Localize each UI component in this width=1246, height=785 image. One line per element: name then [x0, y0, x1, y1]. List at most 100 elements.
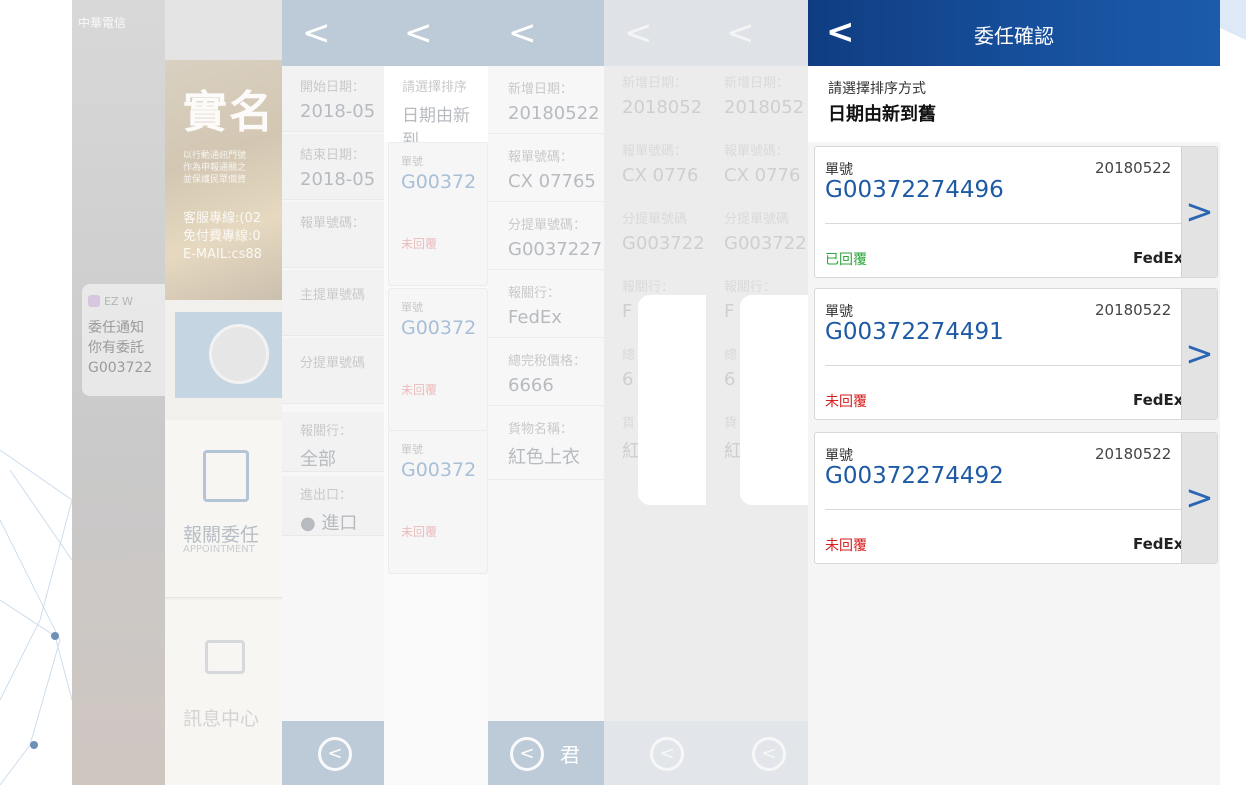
- divider: [825, 223, 1183, 224]
- avatar: [209, 324, 269, 384]
- detail-row: 報關行： FedEx: [488, 274, 606, 338]
- appointment-card[interactable]: 單號 20180522 G00372274492 未回覆 FedEx >: [814, 432, 1218, 564]
- sort-selector[interactable]: 請選擇排序方式 日期由新到舊: [808, 66, 1220, 142]
- status-badge: 未回覆: [825, 394, 867, 410]
- home-banner: 實名 以行動通訊門號 作為申報通關之 並保護民眾個資 客服專線:(02 免付費專…: [165, 60, 283, 300]
- status-badge: 未回覆: [825, 538, 867, 554]
- status-badge: 已回覆: [825, 252, 867, 268]
- notification-line: 委任通知: [88, 320, 144, 336]
- card-number: G00372274491: [825, 319, 1004, 345]
- footer-bar: <: [282, 721, 386, 785]
- detail-row: 新增日期： 2018052: [724, 76, 805, 118]
- form-row-broker[interactable]: 報關行： 全部: [282, 412, 386, 472]
- header-bar: <: [604, 0, 708, 66]
- list-card[interactable]: 單號 G00372 未回覆: [388, 430, 488, 574]
- lock-screen-panel: 中華電信 EZ W 委任通知 你有委託 G003722: [72, 0, 167, 785]
- chevron-right-icon[interactable]: >: [1181, 289, 1217, 419]
- profile-box[interactable]: [175, 312, 283, 398]
- back-chevron-icon[interactable]: <: [404, 16, 433, 50]
- detail-row: 分提單號碼： G0037227: [488, 206, 606, 270]
- divider: [825, 509, 1183, 510]
- notification-app-name: EZ W: [88, 292, 166, 312]
- card-label: 單號: [825, 162, 853, 178]
- footer-bar: < 君: [488, 721, 606, 785]
- sort-value: 日期由新到舊: [828, 104, 936, 125]
- circle-back-icon[interactable]: <: [318, 737, 352, 771]
- menu-message-label: 訊息中心: [183, 708, 260, 730]
- banner-title: 實名: [183, 87, 275, 138]
- carrier-name: FedEx: [1133, 391, 1184, 409]
- sort-selector[interactable]: 請選擇排序 日期由新到: [384, 66, 489, 151]
- detail-row: 報單號碼： CX 07765: [488, 138, 606, 202]
- chevron-right-icon[interactable]: >: [1181, 147, 1217, 277]
- detail-panel: < 新增日期： 20180522 報單號碼： CX 07765 分提單號碼： G003…: [488, 0, 606, 785]
- header-bar: <: [282, 0, 386, 66]
- card-label: 單號: [825, 304, 853, 320]
- detail-row: 新增日期： 20180522: [488, 70, 606, 134]
- banner-description: 以行動通訊門號 作為申報通關之 並保護民眾個資: [183, 151, 247, 185]
- clipboard-icon: [203, 450, 249, 502]
- back-chevron-icon: <: [726, 13, 755, 53]
- chat-icon: [205, 640, 245, 674]
- menu-appointment[interactable]: 報關委任 APPOINTMENT: [165, 420, 283, 598]
- back-chevron-icon[interactable]: <: [508, 16, 537, 50]
- carrier-status: 中華電信: [78, 16, 127, 30]
- carrier-name: FedEx: [1133, 535, 1184, 553]
- appointment-card[interactable]: 單號 20180522 G00372274496 已回覆 FedEx >: [814, 146, 1218, 278]
- notification-line: G003722: [88, 360, 153, 376]
- circle-back-icon: <: [752, 737, 786, 771]
- detail-row: 新增日期： 2018052: [622, 76, 703, 118]
- page-title: 委任確認: [974, 24, 1054, 48]
- modal-dialog[interactable]: [740, 295, 810, 505]
- push-notification[interactable]: EZ W 委任通知 你有委託 G003722: [82, 284, 167, 396]
- detail-row: 貨物名稱： 紅色上衣: [488, 410, 606, 480]
- circle-back-icon: <: [650, 737, 684, 771]
- overlay-panel: < 新增日期： 2018052 報單號碼： CX 0776 分提單號碼 G003722…: [604, 0, 708, 785]
- form-row-import-export[interactable]: 進出口： ● 進口: [282, 476, 386, 536]
- card-label: 單號: [825, 448, 853, 464]
- header-bar: <: [384, 0, 489, 66]
- detail-row: 總完稅價格： 6666: [488, 342, 606, 406]
- circle-back-icon[interactable]: <: [510, 737, 544, 771]
- overlay-panel: < 新增日期： 2018052 報單號碼： CX 0776 分提單號碼 G003722…: [706, 0, 810, 785]
- form-row-declaration-no[interactable]: 報單號碼：: [282, 202, 386, 268]
- form-row-end-date[interactable]: 結束日期： 2018-05: [282, 134, 386, 200]
- chevron-right-icon[interactable]: >: [1181, 433, 1217, 563]
- menu-appointment-label: 報關委任: [183, 524, 260, 546]
- divider: [825, 365, 1183, 366]
- card-date: 20180522: [1095, 159, 1172, 177]
- appointment-confirm-screen: 委任確認 < 請選擇排序方式 日期由新到舊 單號 20180522 G00372…: [808, 0, 1220, 785]
- detail-row: 報單號碼： CX 0776: [724, 144, 801, 186]
- detail-row: 分提單號碼 G003722: [724, 212, 807, 254]
- back-chevron-icon[interactable]: <: [302, 16, 331, 50]
- list-card[interactable]: 單號 G00372 未回覆: [388, 288, 488, 432]
- service-contact: 客服專線:(02 免付費專線:0 E-MAIL:cs88: [183, 211, 262, 262]
- appointment-card[interactable]: 單號 20180522 G00372274491 未回覆 FedEx >: [814, 288, 1218, 420]
- footer-bar: <: [706, 721, 810, 785]
- detail-row: 分提單號碼 G003722: [622, 212, 705, 254]
- menu-appointment-sub: APPOINTMENT: [183, 544, 255, 555]
- app-icon: [88, 295, 100, 307]
- card-date: 20180522: [1095, 301, 1172, 319]
- card-date: 20180522: [1095, 445, 1172, 463]
- notification-line: 你有委託: [88, 340, 144, 356]
- form-row-house-bl[interactable]: 分提單號碼: [282, 338, 386, 404]
- footer-label: 君: [560, 743, 580, 767]
- back-chevron-icon: <: [624, 13, 653, 53]
- home-top-bar: [165, 0, 283, 60]
- sort-label: 請選擇排序方式: [828, 81, 926, 97]
- home-screen-panel: 實名 以行動通訊門號 作為申報通關之 並保護民眾個資 客服專線:(02 免付費專…: [165, 0, 283, 785]
- menu-message-center[interactable]: 訊息中心: [165, 600, 283, 785]
- carrier-name: FedEx: [1133, 249, 1184, 267]
- nav-header: 委任確認 <: [808, 0, 1220, 66]
- header-bar: <: [488, 0, 606, 66]
- form-row-start-date[interactable]: 開始日期： 2018-05: [282, 66, 386, 132]
- search-form-panel: < 開始日期： 2018-05 結束日期： 2018-05 報單號碼： 主提單號碼 …: [282, 0, 386, 785]
- header-bar: <: [706, 0, 810, 66]
- back-chevron-icon[interactable]: <: [826, 15, 855, 49]
- modal-dialog[interactable]: [638, 295, 708, 505]
- form-row-master-bl[interactable]: 主提單號碼: [282, 270, 386, 336]
- list-card[interactable]: 單號 G00372 未回覆: [388, 142, 488, 286]
- list-preview-panel: < 請選擇排序 日期由新到 單號 G00372 未回覆 單號 G00372 未回…: [384, 0, 489, 785]
- detail-row: 報單號碼： CX 0776: [622, 144, 699, 186]
